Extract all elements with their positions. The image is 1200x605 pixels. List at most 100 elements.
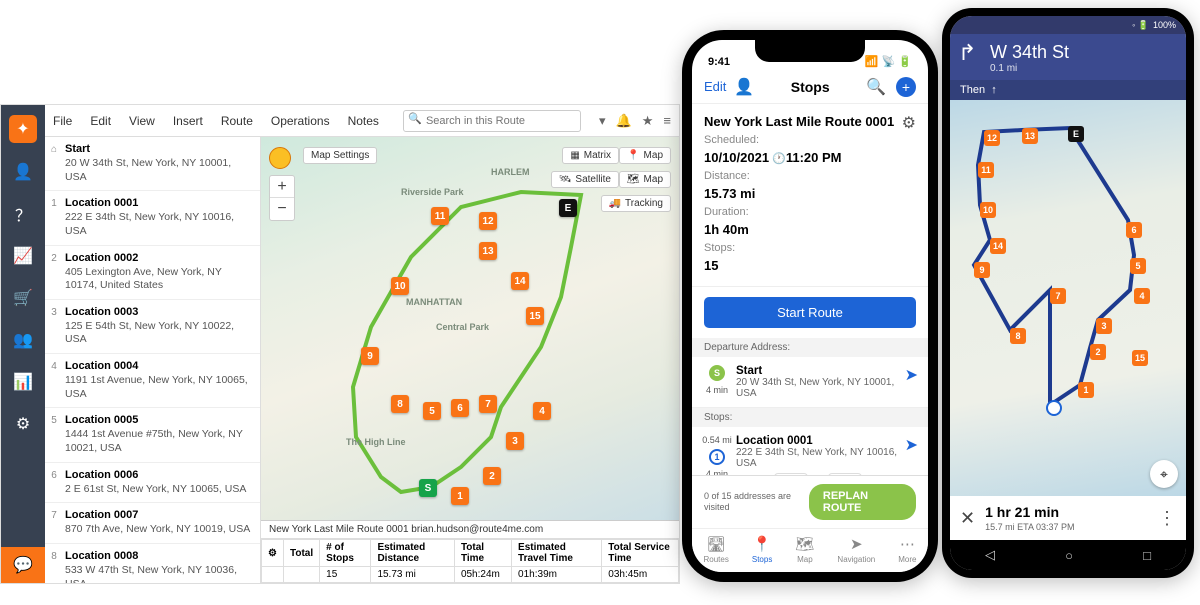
mobile-stop-row[interactable]: S4 min Start20 W 34th St, New York, NY 1… <box>692 357 928 408</box>
android-map[interactable]: ⌖ 12 13 E 11 10 9 8 7 6 5 4 3 2 1 14 15 <box>950 100 1186 496</box>
tab-map[interactable]: 🗺Map <box>795 535 814 564</box>
map-marker[interactable]: 9 <box>361 347 379 365</box>
android-marker[interactable]: 3 <box>1096 318 1112 334</box>
route-search-input[interactable] <box>403 110 581 132</box>
map-marker[interactable]: 15 <box>526 307 544 325</box>
map-footer: New York Last Mile Route 0001 brian.huds… <box>261 520 679 583</box>
stop-row[interactable]: 2Location 0002405 Lexington Ave, New Yor… <box>45 246 260 300</box>
replan-route-button[interactable]: REPLAN ROUTE <box>809 484 916 520</box>
stop-row[interactable]: 3Location 0003125 E 54th St, New York, N… <box>45 300 260 354</box>
list-icon[interactable]: ≡ <box>663 113 671 129</box>
android-marker[interactable]: 4 <box>1134 288 1150 304</box>
recents-button[interactable]: □ <box>1143 548 1151 563</box>
start-route-button[interactable]: Start Route <box>704 297 916 328</box>
edit-button[interactable]: Edit <box>704 79 726 94</box>
departure-label: Departure Address: <box>692 338 928 357</box>
back-button[interactable]: ◁ <box>985 547 995 563</box>
route-duration: 1h 40m <box>704 222 749 237</box>
nav-header: ↱ W 34th St 0.1 mi <box>950 34 1186 80</box>
sidebar-analytics-icon[interactable]: 📊 <box>10 369 36 395</box>
android-marker[interactable]: 14 <box>990 238 1006 254</box>
android-marker[interactable]: 1 <box>1078 382 1094 398</box>
menu-notes[interactable]: Notes <box>348 114 379 128</box>
map-marker[interactable]: 13 <box>479 242 497 260</box>
navigate-icon[interactable]: ➤ <box>905 365 918 399</box>
android-marker[interactable]: 8 <box>1010 328 1026 344</box>
android-marker[interactable]: 7 <box>1050 288 1066 304</box>
stop-row[interactable]: 5Location 00051444 1st Avenue #75th, New… <box>45 408 260 462</box>
home-button[interactable]: ○ <box>1065 548 1073 563</box>
menu-route[interactable]: Route <box>221 114 253 128</box>
map-marker[interactable]: 12 <box>479 212 497 230</box>
android-marker[interactable]: 13 <box>1022 128 1038 144</box>
search-icon[interactable]: 🔍 <box>866 77 886 97</box>
add-button[interactable]: + <box>896 77 916 97</box>
menu-operations[interactable]: Operations <box>271 114 330 128</box>
status-icons: 📶 📡 🔋 <box>865 55 912 68</box>
map-marker[interactable]: 8 <box>391 395 409 413</box>
stops-list[interactable]: ⌂Start20 W 34th St, New York, NY 10001, … <box>45 137 261 583</box>
menu-view[interactable]: View <box>129 114 155 128</box>
stop-row[interactable]: 7Location 0007870 7th Ave, New York, NY … <box>45 503 260 544</box>
sidebar-help-icon[interactable]: ？ <box>10 201 36 227</box>
route-name: New York Last Mile Route 0001 <box>704 114 894 129</box>
star-icon[interactable]: ★ <box>642 113 654 129</box>
android-marker[interactable]: 5 <box>1130 258 1146 274</box>
android-marker[interactable]: E <box>1068 126 1084 142</box>
person-icon[interactable]: 👤 <box>734 77 754 97</box>
map-pane[interactable]: + − Map Settings ▦ Matrix 📍 Map 🛰 Satell… <box>261 137 679 583</box>
map-marker[interactable]: 14 <box>511 272 529 290</box>
sidebar-settings-icon[interactable]: ⚙ <box>10 411 36 437</box>
close-icon[interactable]: ✕ <box>960 508 975 529</box>
tab-navigation[interactable]: ➤Navigation <box>837 535 875 564</box>
dropdown-icon[interactable]: ▾ <box>599 113 606 129</box>
map-marker[interactable]: 2 <box>483 467 501 485</box>
android-marker[interactable]: 6 <box>1126 222 1142 238</box>
tab-more[interactable]: ⋯More <box>898 535 916 564</box>
map-marker[interactable]: 7 <box>479 395 497 413</box>
route-polyline <box>261 137 679 583</box>
stop-row[interactable]: 1Location 0001222 E 34th St, New York, N… <box>45 191 260 245</box>
tab-routes[interactable]: 🛣Routes <box>704 535 729 564</box>
map-marker[interactable]: 6 <box>451 399 469 417</box>
sidebar-routes-icon[interactable]: 📈 <box>10 243 36 269</box>
map-marker[interactable]: 4 <box>533 402 551 420</box>
app-logo[interactable]: ✦ <box>9 115 37 143</box>
android-marker[interactable]: 9 <box>974 262 990 278</box>
sidebar-orders-icon[interactable]: 🛒 <box>10 285 36 311</box>
android-marker[interactable]: 10 <box>980 202 996 218</box>
map-marker-start[interactable]: S <box>419 479 437 497</box>
stop-row[interactable]: 4Location 00041191 1st Avenue, New York,… <box>45 354 260 408</box>
menu-edit[interactable]: Edit <box>90 114 111 128</box>
android-marker[interactable] <box>1046 400 1062 416</box>
bell-icon[interactable]: 🔔 <box>616 113 632 129</box>
sidebar-chat-icon[interactable]: 💬 <box>1 547 45 583</box>
sidebar-add-user-icon[interactable]: 👤 <box>10 159 36 185</box>
map-label: MANHATTAN <box>406 297 462 307</box>
stop-row[interactable]: 6Location 00062 E 61st St, New York, NY … <box>45 463 260 504</box>
map-marker[interactable]: 11 <box>431 207 449 225</box>
tab-stops[interactable]: 📍Stops <box>752 535 772 564</box>
map-marker[interactable]: 10 <box>391 277 409 295</box>
map-marker[interactable]: 5 <box>423 402 441 420</box>
turn-arrow-icon: ↱ <box>958 40 976 66</box>
menu-file[interactable]: File <box>53 114 72 128</box>
android-marker[interactable]: 12 <box>984 130 1000 146</box>
android-marker[interactable]: 15 <box>1132 350 1148 366</box>
route-summary-table: ⚙Total# of StopsEstimated DistanceTotal … <box>261 539 679 583</box>
android-marker[interactable]: 11 <box>978 162 994 178</box>
stop-row[interactable]: ⌂Start20 W 34th St, New York, NY 10001, … <box>45 137 260 191</box>
map-marker[interactable]: 1 <box>451 487 469 505</box>
stop-row[interactable]: 8Location 0008533 W 47th St, New York, N… <box>45 544 260 583</box>
sidebar-team-icon[interactable]: 👥 <box>10 327 36 353</box>
menu-insert[interactable]: Insert <box>173 114 203 128</box>
more-icon[interactable]: ⋮ <box>1158 508 1176 529</box>
map-marker-end[interactable]: E <box>559 199 577 217</box>
route-settings-icon[interactable]: ⚙ <box>902 112 916 136</box>
android-marker[interactable]: 2 <box>1090 344 1106 360</box>
status-time: 9:41 <box>708 56 730 68</box>
nav-unit: mi <box>1007 63 1018 74</box>
recenter-button[interactable]: ⌖ <box>1150 460 1178 488</box>
map-marker[interactable]: 3 <box>506 432 524 450</box>
gear-icon[interactable]: ⚙ <box>262 540 284 567</box>
